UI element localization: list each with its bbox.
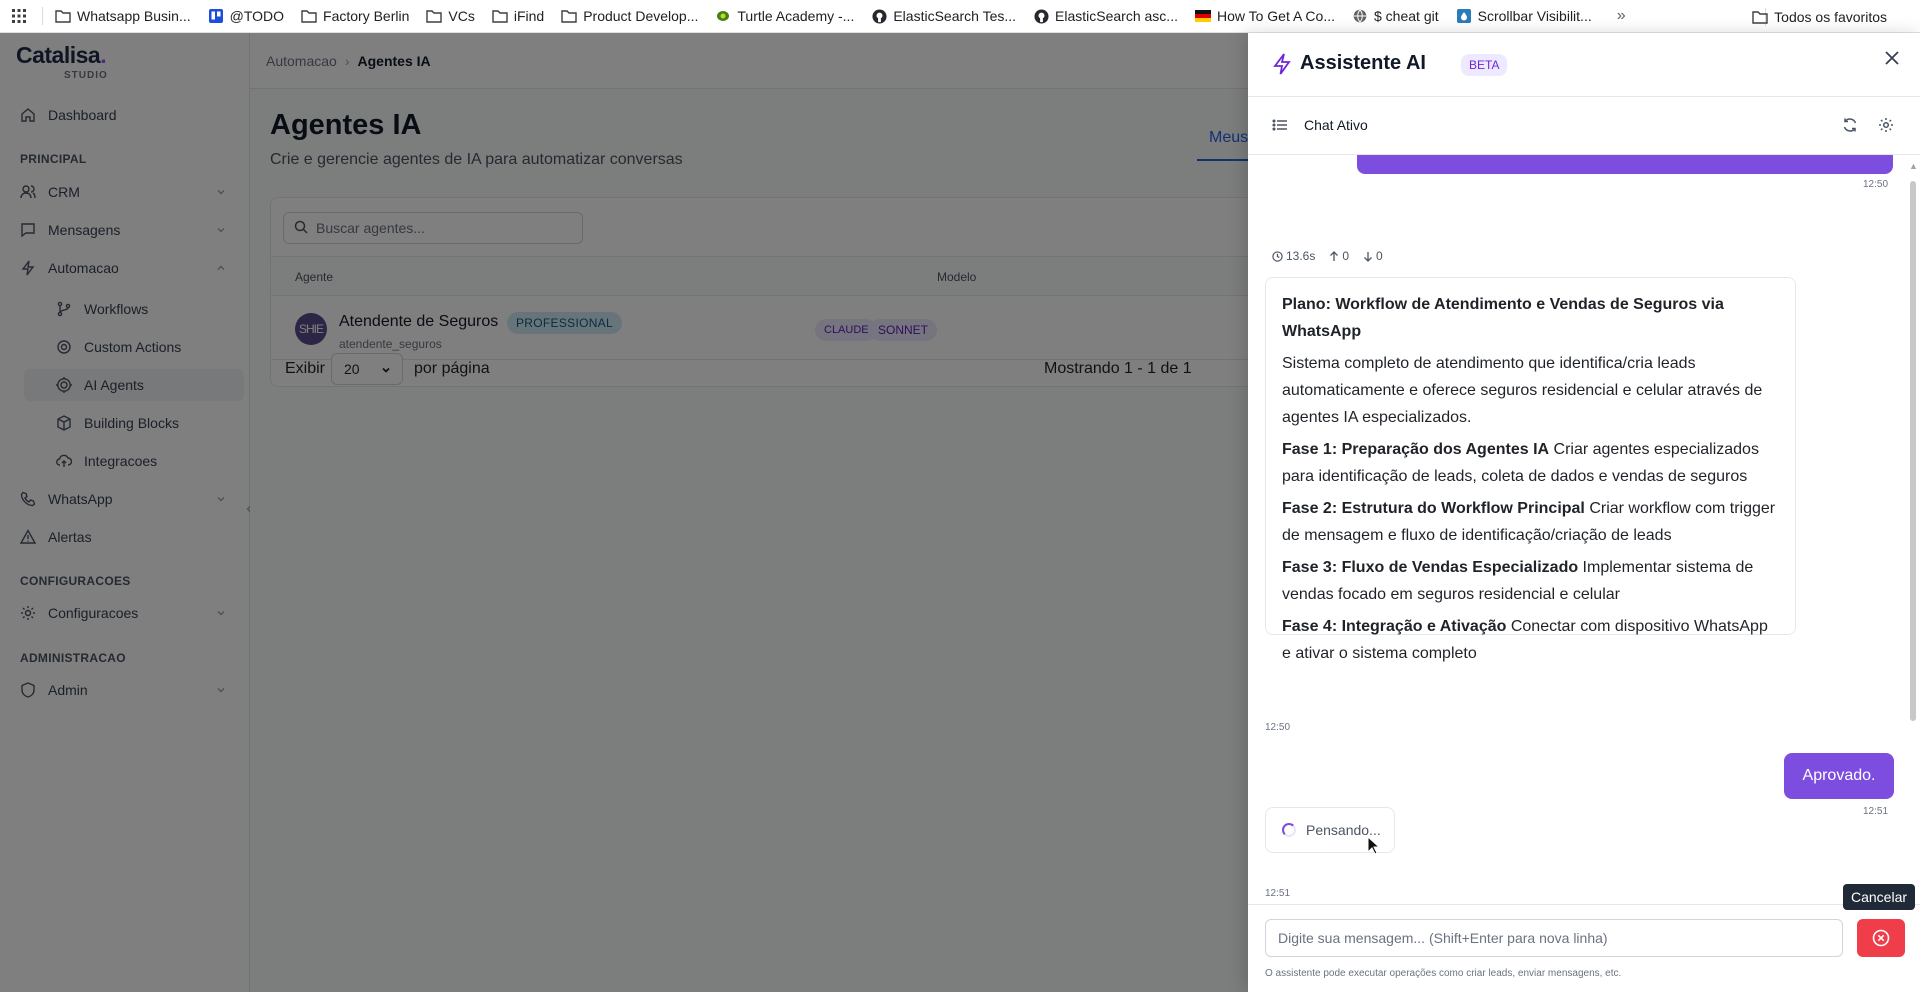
gear-icon[interactable] [1878,117,1894,133]
refresh-icon[interactable] [1842,117,1858,133]
plan-phase: Fase 4: Integração e Ativação Conectar c… [1282,618,1768,662]
folder-icon [492,8,508,24]
bookmark-vcs[interactable]: VCs [426,8,475,24]
x-circle-icon [1872,929,1890,947]
github-icon [1033,8,1049,24]
composer-hint: O assistente pode executar operações com… [1265,968,1622,979]
bookmark-product-develop[interactable]: Product Develop... [561,8,698,24]
bookmarks-divider [42,7,43,25]
bookmark-cheat-git[interactable]: $ cheat git [1352,8,1439,24]
bookmark-elasticsearch-asc[interactable]: ElasticSearch asc... [1033,8,1178,24]
plan-title: Plano: Workflow de Atendimento e Vendas … [1282,296,1724,340]
message-timestamp: 12:50 [1863,179,1889,190]
plan-phase: Fase 3: Fluxo de Vendas Especializado Im… [1282,559,1754,603]
folder-icon [561,8,577,24]
message-input-placeholder: Digite sua mensagem... (Shift+Enter para… [1278,930,1608,946]
chat-scrollbar[interactable]: ▲ [1909,155,1918,904]
bookmark-todo[interactable]: @TODO [208,8,284,24]
bookmark-turtle-academy[interactable]: Turtle Academy -... [715,8,854,24]
bookmark-factory-berlin[interactable]: Factory Berlin [301,8,409,24]
scrollbar-thumb[interactable] [1910,181,1916,721]
trello-icon [208,8,224,24]
message-timestamp: 12:51 [1863,806,1889,817]
user-message-bubble: Aprovado. [1784,753,1894,799]
bookmarks-bar: Whatsapp Busin... @TODO Factory Berlin V… [0,0,1920,33]
assistant-panel: Assistente AI BETA Chat Ativo 12:50 13.6… [1248,33,1920,992]
chat-composer: Digite sua mensagem... (Shift+Enter para… [1248,904,1920,992]
chat-toolbar: Chat Ativo [1248,97,1920,155]
flag-icon [1194,8,1211,24]
apps-grid-icon[interactable] [8,5,30,27]
folder-icon [1752,9,1768,25]
globe-icon [1352,8,1368,24]
plan-description: Sistema completo de atendimento que iden… [1282,355,1763,426]
mouse-cursor-icon [1367,835,1381,856]
arrow-down-icon [1364,251,1373,262]
user-message-bubble-previous [1357,155,1893,174]
bookmark-how-to-get[interactable]: How To Get A Co... [1194,8,1335,24]
list-icon[interactable] [1272,117,1288,133]
message-timestamp: 12:50 [1265,722,1291,733]
tokens-up: 0 [1329,249,1349,263]
chat-title: Chat Ativo [1304,117,1368,133]
arrow-up-icon [1330,250,1339,261]
cancel-tooltip: Cancelar [1843,884,1916,910]
folder-icon [55,8,71,24]
chat-messages: 12:50 13.6s 0 0 Plano: Workflow de Atend… [1248,155,1920,904]
github-icon [871,8,887,24]
response-meta: 13.6s 0 0 [1272,249,1383,263]
bookmark-whatsapp-business[interactable]: Whatsapp Busin... [55,8,191,24]
cancel-button[interactable] [1857,919,1905,957]
bookmarks-more-chevron[interactable]: » [1617,7,1626,25]
assistant-title: Assistente AI [1300,52,1426,74]
bookmark-scrollbar-visibility[interactable]: Scrollbar Visibilit... [1456,8,1592,24]
turtle-icon [715,8,731,24]
bookmark-ifind[interactable]: iFind [492,8,544,24]
message-timestamp: 12:51 [1265,888,1291,899]
response-time: 13.6s [1272,249,1315,263]
zap-icon [1272,53,1294,75]
plan-phase: Fase 2: Estrutura do Workflow Principal … [1282,500,1776,544]
modal-backdrop[interactable] [0,33,1248,992]
all-favorites-folder[interactable]: Todos os favoritos [1752,0,1887,33]
bookmark-elasticsearch-tes[interactable]: ElasticSearch Tes... [871,8,1016,24]
tokens-down: 0 [1363,249,1383,263]
folder-icon [426,8,443,24]
loading-spinner-icon [1282,823,1296,837]
plan-phase: Fase 1: Preparação dos Agentes IA Criar … [1282,441,1759,485]
assistant-header: Assistente AI BETA [1248,33,1920,97]
beta-badge: BETA [1461,54,1508,76]
assistant-message-plan: Plano: Workflow de Atendimento e Vendas … [1265,277,1796,662]
drop-icon [1456,8,1472,24]
message-input[interactable]: Digite sua mensagem... (Shift+Enter para… [1265,919,1843,957]
clock-icon [1272,250,1283,262]
folder-icon [301,8,317,24]
close-icon[interactable] [1880,46,1904,70]
scroll-up-arrow-icon[interactable]: ▲ [1909,161,1918,171]
